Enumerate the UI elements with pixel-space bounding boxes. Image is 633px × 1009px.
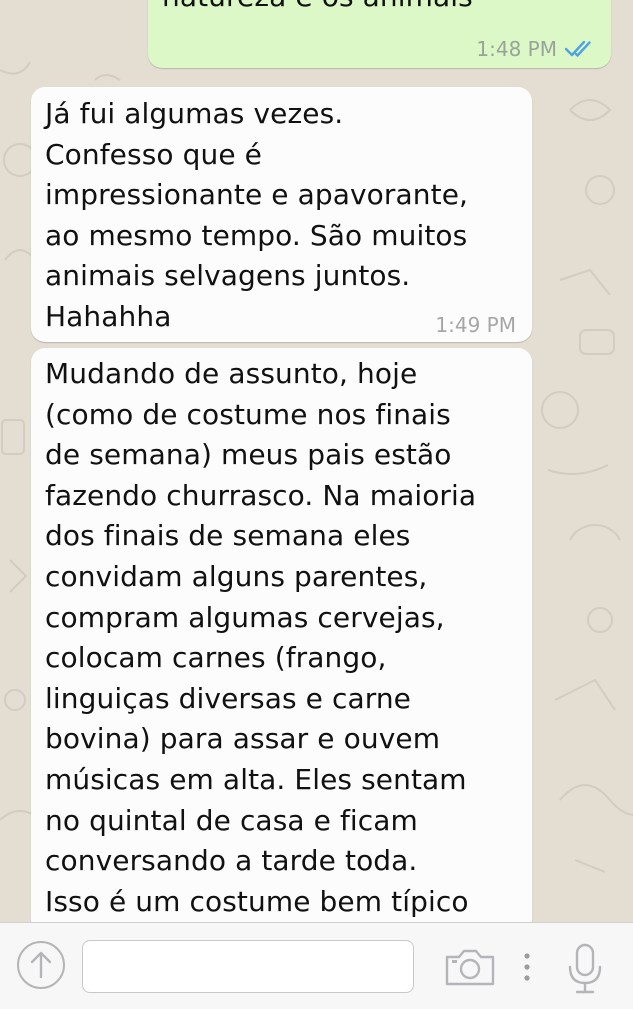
message-input[interactable]	[82, 940, 414, 993]
message-text: natureza e os animais	[162, 0, 473, 18]
message-composer-bar	[0, 922, 633, 1009]
attach-button[interactable]	[17, 941, 65, 989]
chat-screen: natureza e os animais 1:48 PM Já fui alg…	[0, 0, 633, 1009]
more-vertical-icon[interactable]	[517, 951, 537, 983]
conversation-area[interactable]: natureza e os animais 1:48 PM Já fui alg…	[0, 0, 633, 922]
message-meta: 1:48 PM	[476, 38, 597, 60]
message-text: Já fui algumas vezes. Confesso que é imp…	[45, 97, 469, 333]
message-time: 1:49 PM	[435, 313, 516, 337]
attach-arrow-up-icon	[30, 951, 52, 979]
camera-icon[interactable]	[444, 947, 496, 987]
outgoing-message-bubble[interactable]: natureza e os animais 1:48 PM	[148, 0, 611, 68]
incoming-message-bubble[interactable]: Mudando de assunto, hoje (como de costum…	[31, 348, 532, 922]
read-double-check-icon	[565, 40, 591, 57]
incoming-message-bubble[interactable]: Já fui algumas vezes. Confesso que é imp…	[31, 87, 532, 342]
microphone-icon[interactable]	[566, 943, 604, 995]
message-text: Mudando de assunto, hoje (como de costum…	[45, 357, 477, 918]
message-time: 1:48 PM	[476, 37, 557, 61]
